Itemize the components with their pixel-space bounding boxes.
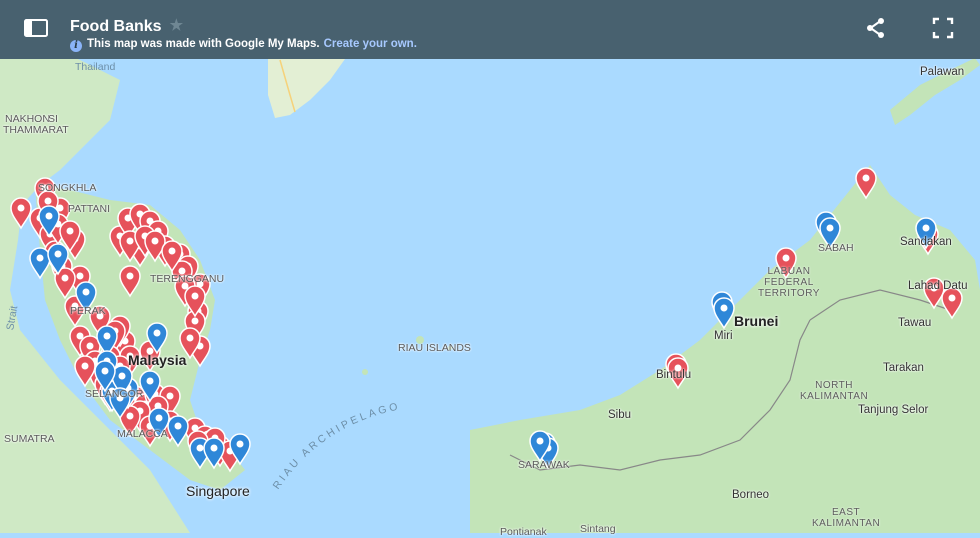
share-icon[interactable] [864,16,888,40]
sidebar-toggle-icon[interactable] [22,14,50,42]
map-title: Food Banks [70,18,162,35]
svg-text:RIAU ARCHIPELAGO: RIAU ARCHIPELAGO [271,400,402,491]
info-icon: i [70,40,82,52]
label-riau-archipelago: RIAU ARCHIPELAGO [271,400,402,491]
map-title-row: Food Banks ★ [70,16,183,36]
riau-island [416,336,424,344]
riau-island [448,346,452,350]
fullscreen-icon[interactable] [931,16,955,40]
map-canvas[interactable] [0,0,980,533]
star-icon[interactable]: ★ [170,16,183,34]
made-with-text: This map was made with Google My Maps. [87,38,320,50]
made-with-line: i This map was made with Google My Maps. C… [70,38,417,52]
riau-island [362,369,368,375]
map-header: Food Banks ★ i This map was made with Goog… [0,0,980,59]
create-your-own-link[interactable]: Create your own. [324,38,417,50]
